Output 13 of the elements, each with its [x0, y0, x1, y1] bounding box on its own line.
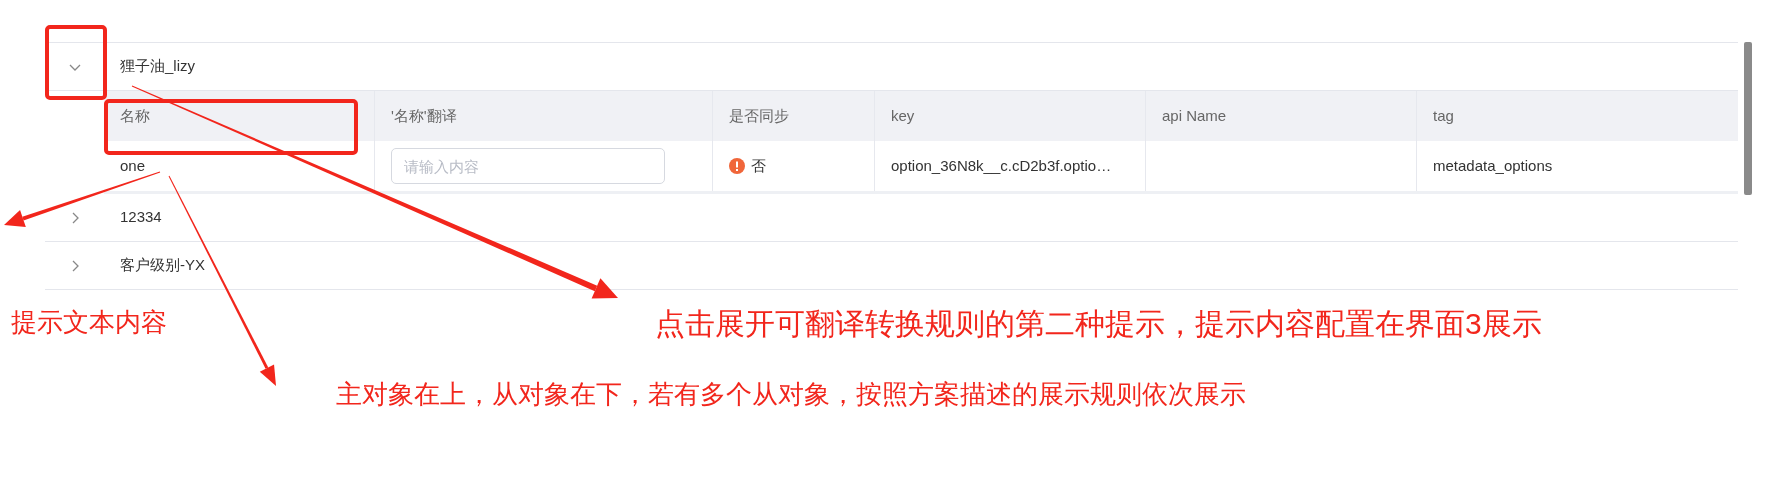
group-name: 客户级别-YX — [119, 255, 205, 276]
scrollbar[interactable] — [1744, 42, 1752, 195]
annotation-text: 点击展开可翻译转换规则的第二种提示，提示内容配置在界面3展示 — [655, 306, 1542, 342]
annotation-text: 主对象在上，从对象在下，若有多个从对象，按照方案描述的展示规则依次展示 — [336, 378, 1246, 411]
table-cell-text: option_36N8k__c.cD2b3f.optio… — [891, 155, 1112, 176]
translation-input[interactable]: 请输入内容 — [391, 148, 665, 184]
annotation-text: 提示文本内容 — [11, 306, 167, 339]
column-header: tag — [1432, 105, 1455, 126]
group-name: 12334 — [119, 207, 162, 228]
table-cell-text: 否 — [751, 155, 766, 176]
table-cell-text: metadata_options — [1433, 155, 1553, 176]
table-cell-text: one — [120, 155, 146, 176]
group-name: 狸子油_lizy — [119, 56, 195, 77]
